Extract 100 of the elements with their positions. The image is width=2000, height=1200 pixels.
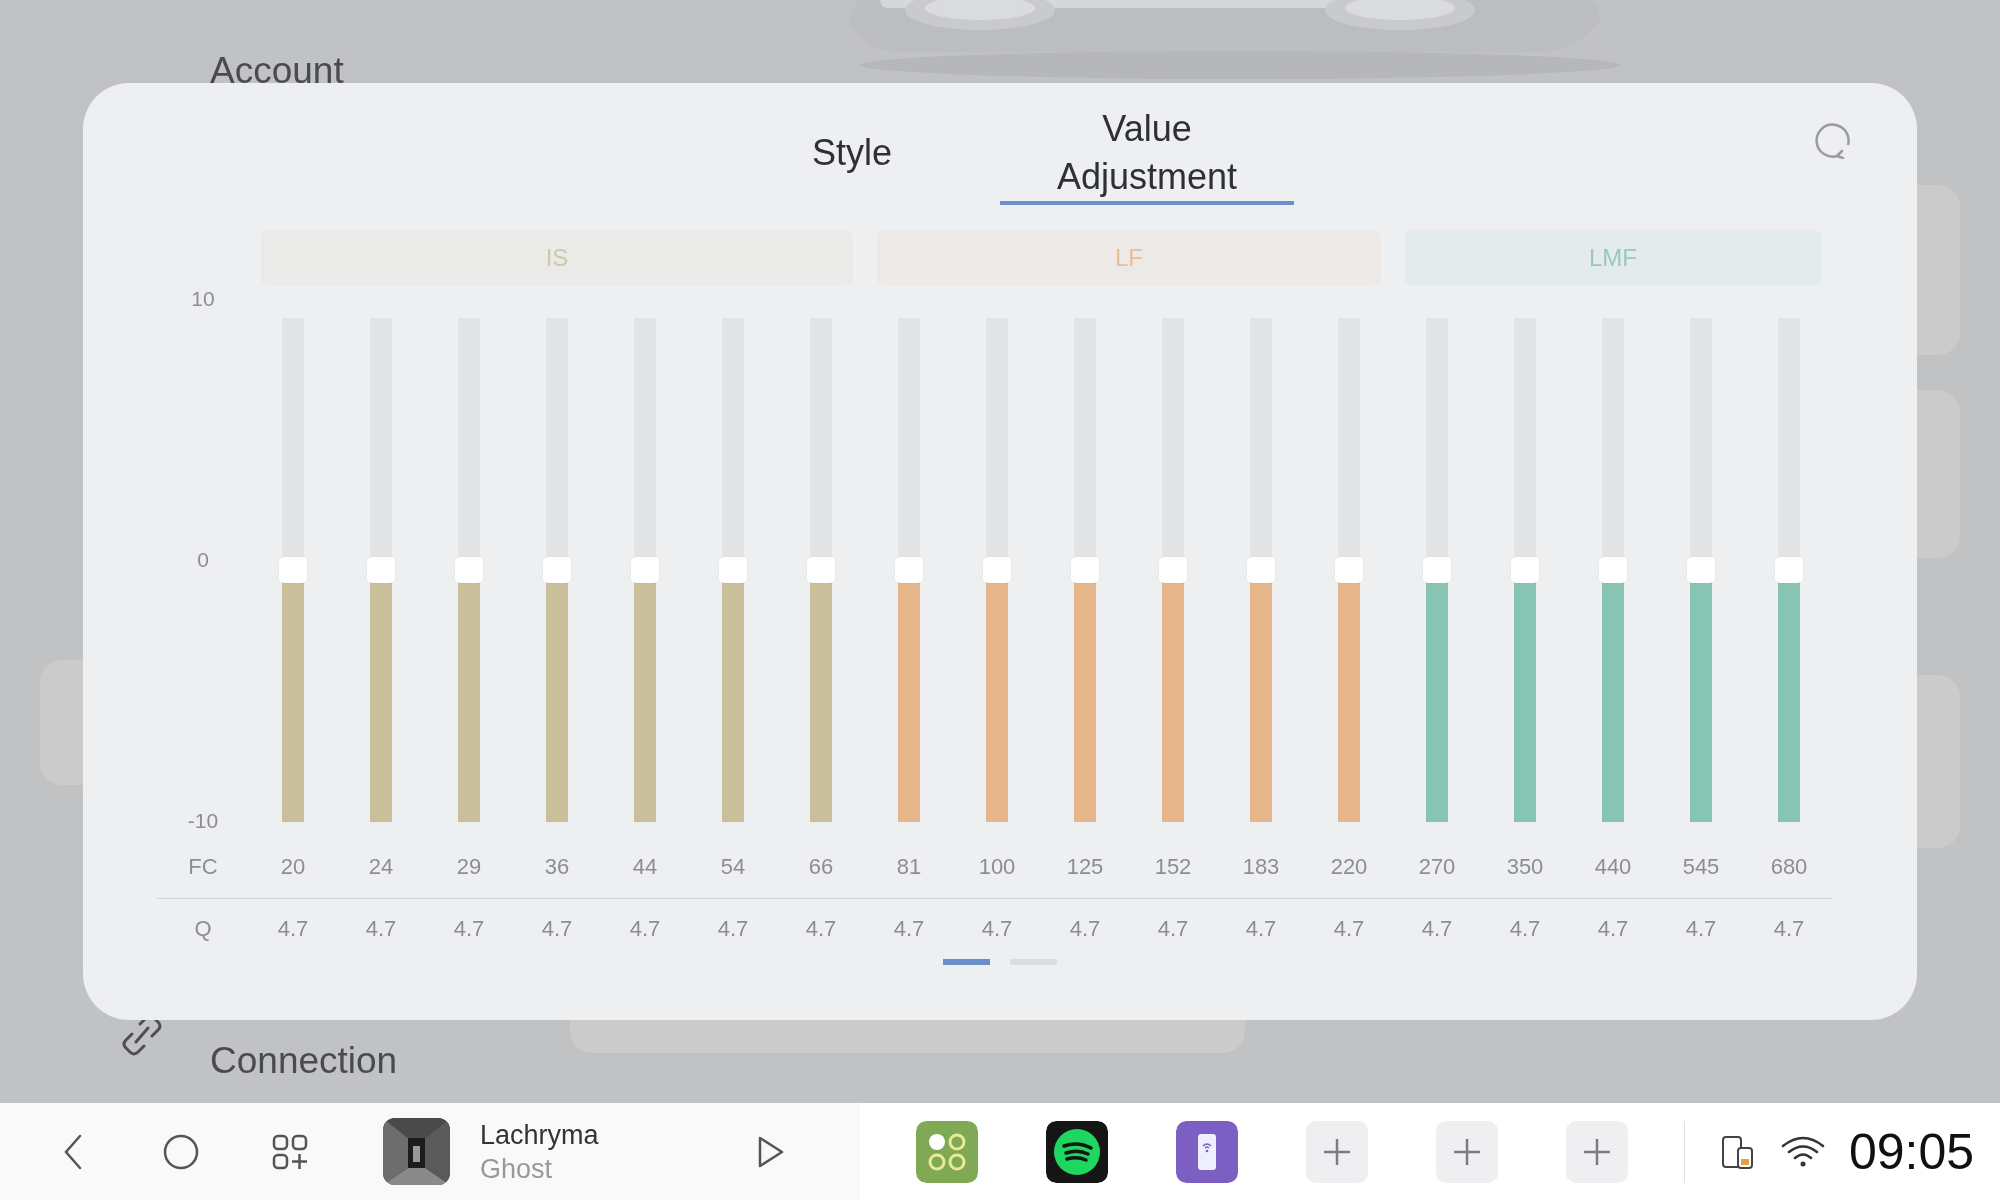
plus-icon (1582, 1136, 1612, 1167)
slider-handle[interactable] (1071, 557, 1099, 583)
frequency-value: 36 (543, 853, 571, 881)
slider-handle[interactable] (1159, 557, 1187, 583)
slider-handle[interactable] (543, 557, 571, 583)
q-value: 4.7 (1772, 915, 1806, 943)
slider-track[interactable] (722, 318, 744, 822)
frequency-value: 125 (1065, 853, 1105, 881)
clock: 09:05 (1849, 1122, 1975, 1181)
q-value: 4.7 (892, 915, 926, 943)
settings-item-label[interactable]: Connection (210, 1040, 398, 1082)
music-app-icon[interactable] (1046, 1120, 1108, 1183)
wifi-icon (1781, 1135, 1825, 1168)
track-title: Lachryma (480, 1118, 600, 1152)
frequency-value: 20 (279, 853, 307, 881)
slider-handle[interactable] (1335, 557, 1363, 583)
q-value: 4.7 (628, 915, 662, 943)
add-shortcut-button[interactable] (1436, 1120, 1498, 1183)
frequency-value: 183 (1241, 853, 1281, 881)
plus-icon (1452, 1136, 1482, 1167)
back-icon[interactable] (63, 1133, 83, 1170)
q-value: 4.7 (1244, 915, 1278, 943)
slider-handle[interactable] (631, 557, 659, 583)
apps-icon[interactable] (272, 1133, 308, 1170)
q-value: 4.7 (276, 915, 310, 943)
slider-handle[interactable] (367, 557, 395, 583)
slider-handle[interactable] (1423, 557, 1451, 583)
slider-handle[interactable] (1775, 557, 1803, 583)
slider-handle[interactable] (1247, 557, 1275, 583)
q-value: 4.7 (1684, 915, 1718, 943)
q-value: 4.7 (1420, 915, 1454, 943)
play-icon[interactable] (757, 1134, 785, 1169)
q-value: 4.7 (1068, 915, 1102, 943)
slider-track[interactable] (1338, 318, 1360, 822)
slider-handle[interactable] (983, 557, 1011, 583)
row-label: FC (187, 853, 219, 881)
slider-track[interactable] (546, 318, 568, 822)
tab[interactable]: Style (782, 129, 922, 177)
axis-label: 10 (191, 288, 215, 310)
frequency-value: 680 (1769, 853, 1809, 881)
frequency-value: 54 (719, 853, 747, 881)
slider-track[interactable] (1602, 318, 1624, 822)
plus-icon (1322, 1136, 1352, 1167)
slider-track[interactable] (1778, 318, 1800, 822)
slider-track[interactable] (1514, 318, 1536, 822)
slider-handle[interactable] (807, 557, 835, 583)
q-value: 4.7 (716, 915, 750, 943)
slider-handle[interactable] (719, 557, 747, 583)
axis-label: -10 (187, 810, 219, 832)
q-value: 4.7 (364, 915, 398, 943)
slider-track[interactable] (1074, 318, 1096, 822)
add-shortcut-button[interactable] (1306, 1120, 1368, 1183)
q-value: 4.7 (1156, 915, 1190, 943)
q-value: 4.7 (452, 915, 486, 943)
phone-battery-icon (1721, 1134, 1755, 1169)
q-value: 4.7 (1508, 915, 1542, 943)
band-header: IS (261, 230, 853, 285)
q-value: 4.7 (980, 915, 1014, 943)
app-icon[interactable] (916, 1120, 978, 1183)
slider-handle[interactable] (1511, 557, 1539, 583)
slider-track[interactable] (1250, 318, 1272, 822)
page-indicator[interactable] (943, 959, 990, 965)
slider-handle[interactable] (1599, 557, 1627, 583)
axis-label: 0 (197, 549, 209, 571)
slider-handle[interactable] (455, 557, 483, 583)
slider-track[interactable] (1162, 318, 1184, 822)
frequency-value: 152 (1153, 853, 1193, 881)
frequency-value: 220 (1329, 853, 1369, 881)
slider-track[interactable] (810, 318, 832, 822)
frequency-value: 66 (807, 853, 835, 881)
slider-track[interactable] (370, 318, 392, 822)
slider-track[interactable] (986, 318, 1008, 822)
band-header: LMF (1405, 230, 1821, 285)
home-icon[interactable] (163, 1133, 199, 1170)
track-artist: Ghost (480, 1152, 554, 1186)
frequency-value: 44 (631, 853, 659, 881)
frequency-value: 350 (1505, 853, 1545, 881)
slider-handle[interactable] (279, 557, 307, 583)
slider-track[interactable] (634, 318, 656, 822)
q-value: 4.7 (1332, 915, 1366, 943)
q-value: 4.7 (540, 915, 574, 943)
slider-handle[interactable] (895, 557, 923, 583)
frequency-value: 545 (1681, 853, 1721, 881)
slider-track[interactable] (1690, 318, 1712, 822)
slider-track[interactable] (1426, 318, 1448, 822)
tab[interactable]: Value Adjustment (1000, 105, 1294, 205)
slider-track[interactable] (458, 318, 480, 822)
frequency-value: 100 (977, 853, 1017, 881)
phone-app-icon[interactable] (1176, 1120, 1238, 1183)
slider-handle[interactable] (1687, 557, 1715, 583)
reset-icon[interactable] (1815, 121, 1853, 159)
frequency-value: 270 (1417, 853, 1457, 881)
frequency-value: 29 (455, 853, 483, 881)
add-shortcut-button[interactable] (1566, 1120, 1628, 1183)
band-header: LF (877, 230, 1381, 285)
frequency-value: 440 (1593, 853, 1633, 881)
slider-track[interactable] (282, 318, 304, 822)
slider-track[interactable] (898, 318, 920, 822)
q-value: 4.7 (804, 915, 838, 943)
q-value: 4.7 (1596, 915, 1630, 943)
